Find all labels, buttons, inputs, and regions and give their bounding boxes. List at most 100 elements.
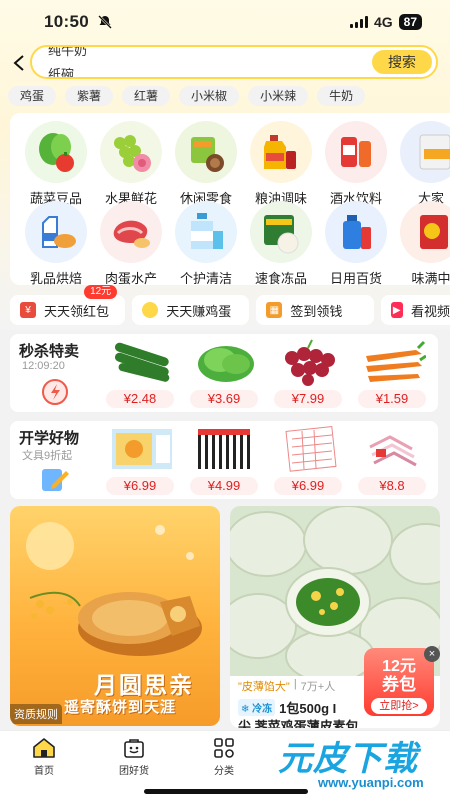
product-grapes[interactable]: ¥7.99 bbox=[270, 338, 348, 410]
grid-icon bbox=[214, 738, 234, 758]
category-cleaning[interactable]: 个护清洁 bbox=[168, 201, 244, 285]
red-packet-icon: ¥ bbox=[20, 302, 36, 318]
status-bar: 10:50 4G 87 bbox=[0, 0, 450, 44]
promo-label: 签到领钱 bbox=[290, 303, 343, 319]
feed-card-buns[interactable]: "皮薄馅大" | 7万+人 ❄ 冷冻 1包500g I 尖 荠菜鸡蛋薄皮素包 1… bbox=[230, 506, 440, 728]
category-more[interactable]: 大家 bbox=[393, 121, 450, 207]
tab-category[interactable]: 分类 bbox=[194, 737, 254, 777]
frozen-icon bbox=[250, 201, 312, 263]
category-grid: 蔬菜豆品 水果鲜花 休闲零食 粮油调味 酒水饮料 大家 乳品烘焙 肉蛋水产 个护… bbox=[10, 113, 450, 285]
qualification-rules-link[interactable]: 资质规则 bbox=[10, 704, 62, 724]
category-label: 味满中 bbox=[411, 271, 450, 285]
promo-strip: ¥ 天天领红包 12元 天天赚鸡蛋 ▦ 签到领钱 ▶ 看视频 bbox=[10, 285, 450, 325]
battery-badge: 87 bbox=[398, 14, 422, 30]
more-icon bbox=[400, 121, 450, 183]
status-time: 10:50 bbox=[44, 12, 89, 31]
keyword-chip[interactable]: 小米椒 bbox=[179, 86, 240, 106]
category-dairy[interactable]: 乳品烘焙 bbox=[18, 201, 94, 285]
product-carrot[interactable]: ¥1.59 bbox=[354, 338, 432, 410]
product-price: ¥7.99 bbox=[274, 390, 342, 408]
pens-image bbox=[198, 429, 250, 469]
product-tag: "皮薄馅大" bbox=[238, 681, 290, 693]
keyword-chip[interactable]: 红薯 bbox=[122, 86, 171, 106]
lettuce-image bbox=[198, 346, 254, 382]
feed-card-mooncake[interactable]: 月圆思亲 遥寄酥饼到天涯 资质规则 bbox=[10, 506, 220, 726]
watermark-text: 元皮下载 bbox=[278, 740, 418, 778]
signal-icon bbox=[349, 16, 368, 28]
keyword-chip[interactable]: 牛奶 bbox=[317, 86, 366, 106]
section-subtitle: 文具9折起 bbox=[22, 450, 73, 462]
home-indicator bbox=[144, 789, 308, 794]
promo-video[interactable]: ▶ 看视频 bbox=[380, 295, 450, 325]
section-title: 秒杀特卖 bbox=[19, 343, 80, 360]
product-price: ¥4.99 bbox=[190, 477, 258, 495]
search-button[interactable]: 搜索 bbox=[372, 50, 432, 74]
coupon-grab-button[interactable]: 立即抢> bbox=[371, 698, 427, 714]
product-price: ¥1.59 bbox=[358, 390, 426, 408]
cucumber-image bbox=[114, 342, 170, 382]
tab-label: 分类 bbox=[214, 766, 234, 777]
flash-sale-section[interactable]: 秒杀特卖 12:09:20 ¥2.48 ¥3.69 ¥7.99 ¥1.59 bbox=[10, 334, 438, 412]
tab-label: 团好货 bbox=[119, 766, 149, 777]
home-icon bbox=[33, 738, 55, 758]
category-snacks[interactable]: 休闲零食 bbox=[168, 121, 244, 207]
keyword-chip[interactable]: 鸡蛋 bbox=[8, 86, 57, 106]
product-pens[interactable]: ¥4.99 bbox=[186, 425, 264, 497]
product-book-cover[interactable]: ¥6.99 bbox=[102, 425, 180, 497]
search-input[interactable]: 纯牛奶 纸碗 搜索 bbox=[30, 45, 438, 79]
school-section[interactable]: 开学好物 文具9折起 ¥6.99 ¥4.99 ¥6.99 ¥8.8 bbox=[10, 421, 438, 499]
promo-label: 天天领红包 bbox=[44, 303, 110, 319]
carrot-image bbox=[366, 340, 426, 382]
product-price: ¥3.69 bbox=[190, 390, 258, 408]
network-label: 4G bbox=[373, 14, 393, 30]
promo-label: 天天赚鸡蛋 bbox=[166, 303, 232, 319]
dairy-icon bbox=[25, 201, 87, 263]
drinks-icon bbox=[325, 121, 387, 183]
coupon-popup[interactable]: 12元 券包 立即抢> bbox=[364, 648, 434, 716]
exercise-book-image bbox=[285, 426, 337, 472]
mooncake-subline: 遥寄酥饼到天涯 bbox=[64, 699, 177, 716]
keyword-chip[interactable]: 小米辣 bbox=[248, 86, 309, 106]
category-fruit[interactable]: 水果鲜花 bbox=[93, 121, 169, 207]
category-daily[interactable]: 日用百货 bbox=[318, 201, 394, 285]
product-exercise-book[interactable]: ¥6.99 bbox=[270, 425, 348, 497]
category-label: 日用百货 bbox=[329, 271, 382, 285]
frozen-badge: ❄ 冷冻 bbox=[238, 699, 276, 716]
watermark-url: www.yuanpi.com bbox=[318, 775, 424, 790]
grapes-image bbox=[285, 339, 335, 386]
product-hangers[interactable]: ¥8.8 bbox=[354, 425, 432, 497]
oil-icon bbox=[250, 121, 312, 183]
fruit-icon bbox=[100, 121, 162, 183]
category-oil[interactable]: 粮油调味 bbox=[243, 121, 319, 207]
product-title: 1包500g I bbox=[279, 701, 337, 716]
product-price: ¥2.48 bbox=[106, 390, 174, 408]
category-vegetables[interactable]: 蔬菜豆品 bbox=[18, 121, 94, 207]
search-query-line2: 纸碗 bbox=[48, 67, 75, 79]
product-cucumber[interactable]: ¥2.48 bbox=[102, 338, 180, 410]
category-label: 速食冻品 bbox=[254, 271, 307, 285]
category-label: 肉蛋水产 bbox=[104, 271, 157, 285]
promo-label: 看视频 bbox=[411, 303, 450, 319]
category-label: 乳品烘焙 bbox=[29, 271, 82, 285]
coupon-word: 券包 bbox=[382, 675, 416, 694]
category-drinks[interactable]: 酒水饮料 bbox=[318, 121, 394, 207]
promo-eggs[interactable]: 天天赚鸡蛋 bbox=[132, 295, 250, 325]
tab-label: 首页 bbox=[34, 766, 54, 777]
meat-icon bbox=[100, 201, 162, 263]
product-lettuce[interactable]: ¥3.69 bbox=[186, 338, 264, 410]
chick-icon bbox=[142, 302, 159, 318]
category-more2[interactable]: 味满中 bbox=[393, 201, 450, 285]
keyword-chip[interactable]: 紫薯 bbox=[65, 86, 114, 106]
product-tags: "皮薄馅大" | 7万+人 bbox=[238, 678, 336, 693]
section-title: 开学好物 bbox=[19, 430, 80, 447]
frozen-label: 冷冻 bbox=[252, 704, 273, 715]
tab-group-buy[interactable]: 团好货 bbox=[104, 737, 164, 777]
tab-home[interactable]: 首页 bbox=[14, 737, 74, 777]
close-icon[interactable]: × bbox=[424, 646, 440, 662]
product-price: ¥6.99 bbox=[274, 477, 342, 495]
promo-red-packet[interactable]: ¥ 天天领红包 12元 bbox=[10, 285, 126, 325]
promo-checkin[interactable]: ▦ 签到领钱 bbox=[256, 295, 374, 325]
hot-keywords: 鸡蛋 紫薯 红薯 小米椒 小米辣 牛奶 bbox=[8, 86, 366, 106]
category-meat[interactable]: 肉蛋水产 bbox=[93, 201, 169, 285]
category-frozen[interactable]: 速食冻品 bbox=[243, 201, 319, 285]
